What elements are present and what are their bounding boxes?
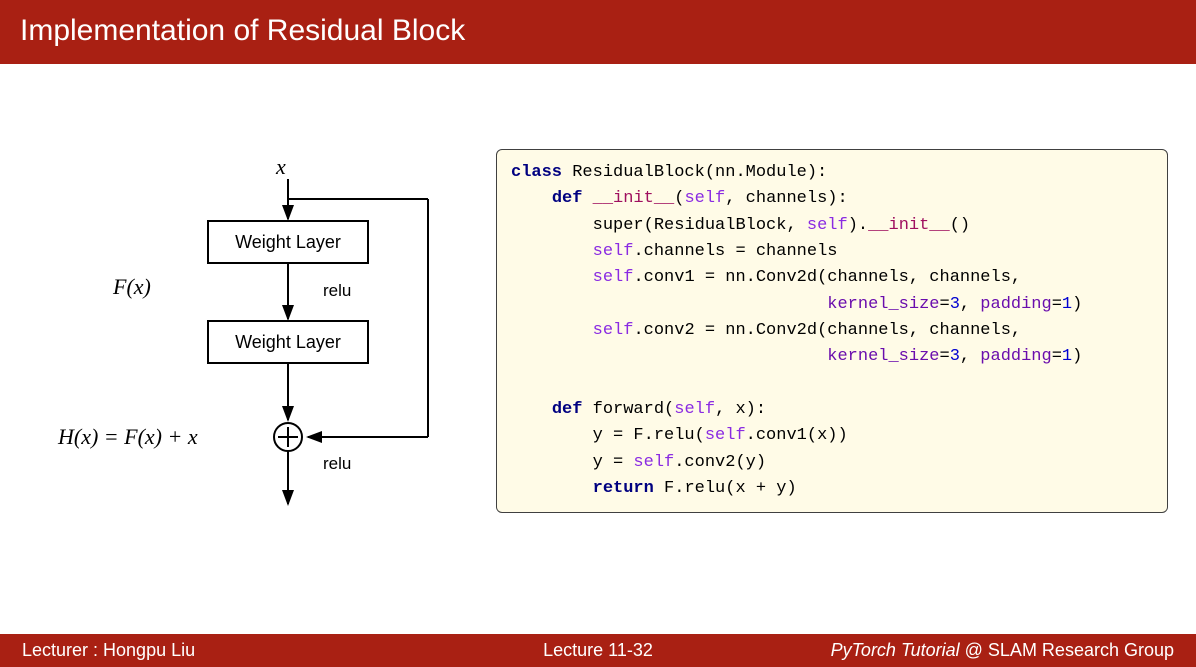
slide-content: x Weight Layer relu F(x) Weight Layer xyxy=(0,64,1196,549)
slide-title: Implementation of Residual Block xyxy=(0,0,1196,64)
input-x-label: x xyxy=(275,154,286,179)
weight-layer-2-label: Weight Layer xyxy=(235,332,341,352)
footer-course: PyTorch Tutorial @ SLAM Research Group xyxy=(831,640,1174,661)
residual-diagram: x Weight Layer relu F(x) Weight Layer xyxy=(28,144,468,549)
relu-1-label: relu xyxy=(323,281,351,300)
weight-layer-1-label: Weight Layer xyxy=(235,232,341,252)
slide-footer: Lecturer : Hongpu Liu Lecture 11-32 PyTo… xyxy=(0,634,1196,667)
hx-label: H(x) = F(x) + x xyxy=(57,424,198,449)
code-block: class ResidualBlock(nn.Module): def __in… xyxy=(496,149,1168,513)
fx-label: F(x) xyxy=(112,274,151,299)
footer-lecturer: Lecturer : Hongpu Liu xyxy=(22,640,195,661)
footer-lecture-number: Lecture 11-32 xyxy=(543,640,653,661)
code-panel: class ResidualBlock(nn.Module): def __in… xyxy=(496,144,1168,549)
code-content: class ResidualBlock(nn.Module): def __in… xyxy=(511,160,1153,502)
relu-2-label: relu xyxy=(323,454,351,473)
